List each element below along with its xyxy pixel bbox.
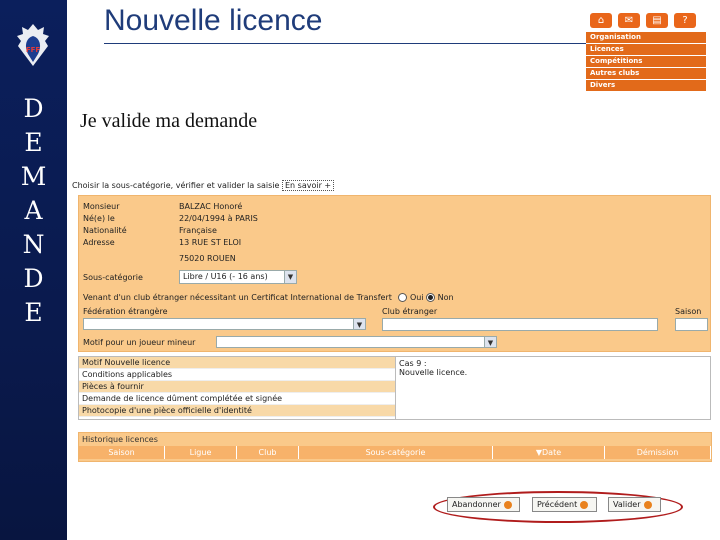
validate-label: Valider — [613, 500, 641, 509]
column-header[interactable]: Ligue — [165, 446, 237, 459]
transfer-yes-radio[interactable] — [398, 293, 408, 302]
column-header[interactable]: Sous-catégorie — [299, 446, 493, 459]
list-item[interactable]: Conditions applicables — [79, 369, 395, 381]
vertical-letter: E — [24, 298, 43, 327]
civility-label: Monsieur — [83, 202, 120, 211]
civility-value: BALZAC Honoré — [179, 202, 243, 211]
foreign-club-input[interactable] — [382, 318, 658, 331]
folder-icon[interactable]: ▤ — [646, 13, 668, 28]
vertical-letter: E — [24, 128, 43, 157]
vertical-letter: D — [23, 264, 44, 293]
abandon-label: Abandonner — [452, 500, 501, 509]
column-header[interactable]: ▼Date — [493, 446, 605, 459]
federation-select[interactable]: ▼ — [83, 318, 366, 330]
top-nav: ⌂ ✉ ▤ ? Organisation Licences Compétitio… — [586, 13, 706, 91]
nationality-value: Française — [179, 226, 217, 235]
left-brand-band: FFF D E M A N D E — [0, 0, 67, 540]
address-label: Adresse — [83, 238, 115, 247]
arrow-dot-icon — [643, 500, 652, 509]
list-item[interactable]: Demande de licence dûment complétée et s… — [79, 393, 395, 405]
birth-label: Né(e) le — [83, 214, 115, 223]
fff-logo: FFF — [17, 24, 49, 66]
previous-label: Précédent — [537, 500, 578, 509]
motif-list: Motif Nouvelle licence Conditions applic… — [78, 356, 396, 420]
transfer-no-label: Non — [437, 293, 454, 302]
title-underline — [104, 43, 586, 44]
instruction-text: Choisir la sous-catégorie, vérifier et v… — [72, 181, 280, 190]
nav-item-organisation[interactable]: Organisation — [586, 32, 706, 43]
history-header: Saison Ligue Club Sous-catégorie ▼Date D… — [79, 446, 711, 459]
address-line2: 75020 ROUEN — [179, 254, 236, 263]
nav-item-divers[interactable]: Divers — [586, 80, 706, 91]
case-text: Nouvelle licence. — [399, 368, 468, 377]
transfer-question: Venant d'un club étranger nécessitant un… — [83, 293, 454, 302]
page: FFF D E M A N D E Nouvelle licence ⌂ ✉ ▤… — [0, 0, 720, 540]
step-subtitle: Je valide ma demande — [80, 110, 258, 132]
page-title: Nouvelle licence — [104, 4, 323, 37]
minor-label: Motif pour un joueur mineur — [83, 338, 196, 347]
learn-more-link[interactable]: En savoir + — [282, 180, 335, 191]
nav-item-licences[interactable]: Licences — [586, 44, 706, 55]
history-title: Historique licences — [82, 435, 158, 444]
list-item[interactable]: Pièces à fournir — [79, 381, 395, 393]
subcategory-value: Libre / U16 (- 16 ans) — [183, 272, 268, 281]
column-header[interactable]: Démission — [605, 446, 711, 459]
birth-value: 22/04/1994 à PARIS — [179, 214, 258, 223]
arrow-dot-icon — [580, 500, 589, 509]
vertical-letter: A — [24, 196, 43, 225]
subcategory-label: Sous-catégorie — [83, 273, 143, 282]
mail-icon[interactable]: ✉ — [618, 13, 640, 28]
nav-icons: ⌂ ✉ ▤ ? — [590, 13, 706, 29]
transfer-no-radio[interactable] — [426, 293, 436, 302]
foreign-club-label: Club étranger — [382, 307, 438, 316]
previous-button[interactable]: Précédent — [532, 497, 597, 512]
case-title: Cas 9 : — [399, 359, 427, 368]
instruction: Choisir la sous-catégorie, vérifier et v… — [72, 180, 335, 191]
list-item[interactable]: Motif Nouvelle licence — [79, 357, 395, 369]
list-item[interactable]: Photocopie d'une pièce officielle d'iden… — [79, 405, 395, 417]
chevron-down-icon: ▼ — [484, 337, 496, 347]
federation-label: Fédération étrangère — [83, 307, 168, 316]
nav-item-autres-clubs[interactable]: Autres clubs — [586, 68, 706, 79]
home-icon[interactable]: ⌂ — [590, 13, 612, 28]
nav-item-competitions[interactable]: Compétitions — [586, 56, 706, 67]
vertical-letter: N — [22, 230, 45, 259]
transfer-text: Venant d'un club étranger nécessitant un… — [83, 293, 392, 302]
address-line1: 13 RUE ST ELOI — [179, 238, 242, 247]
case-detail: Cas 9 : Nouvelle licence. — [395, 356, 711, 420]
vertical-word: D E M A N D E — [0, 92, 67, 332]
svg-text:FFF: FFF — [26, 46, 41, 54]
vertical-letter: D — [23, 94, 44, 123]
transfer-yes-label: Oui — [409, 293, 424, 302]
licence-info-panel: Monsieur BALZAC Honoré Né(e) le 22/04/19… — [78, 195, 711, 352]
abandon-button[interactable]: Abandonner — [447, 497, 520, 512]
history-panel: Historique licences Saison Ligue Club So… — [78, 432, 712, 462]
vertical-letter: M — [20, 162, 47, 191]
column-header[interactable]: Saison — [79, 446, 165, 459]
chevron-down-icon: ▼ — [353, 319, 365, 329]
nationality-label: Nationalité — [83, 226, 127, 235]
nav-menu: Organisation Licences Compétitions Autre… — [586, 32, 706, 91]
season-label: Saison — [675, 307, 702, 316]
season-input[interactable] — [675, 318, 708, 331]
minor-reason-select[interactable]: ▼ — [216, 336, 497, 348]
arrow-dot-icon — [503, 500, 512, 509]
validate-button[interactable]: Valider — [608, 497, 661, 512]
column-header[interactable]: Club — [237, 446, 299, 459]
chevron-down-icon: ▼ — [284, 271, 296, 283]
subcategory-select[interactable]: Libre / U16 (- 16 ans) ▼ — [179, 270, 297, 284]
help-icon[interactable]: ? — [674, 13, 696, 28]
